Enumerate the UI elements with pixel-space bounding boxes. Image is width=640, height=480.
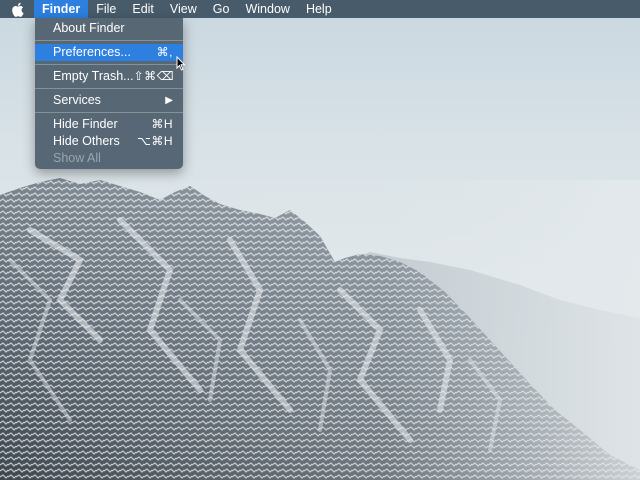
menu-item-hide-finder[interactable]: Hide Finder ⌘H: [35, 116, 183, 133]
menu-window[interactable]: Window: [237, 0, 297, 18]
menu-item-label: Hide Others: [53, 134, 120, 148]
finder-menu-dropdown: About Finder Preferences... ⌘, Empty Tra…: [35, 18, 183, 169]
mouse-pointer-icon: [176, 56, 186, 71]
menu-item-shortcut: ⌥⌘H: [137, 134, 173, 148]
menu-item-hide-others[interactable]: Hide Others ⌥⌘H: [35, 133, 183, 150]
menu-help[interactable]: Help: [298, 0, 340, 18]
menu-item-show-all: Show All: [35, 150, 183, 167]
menu-separator: [35, 112, 183, 113]
menu-view[interactable]: View: [162, 0, 205, 18]
menu-item-shortcut: ⌘H: [151, 117, 173, 131]
menu-item-about-finder[interactable]: About Finder: [35, 20, 183, 37]
menu-item-label: Preferences...: [53, 45, 131, 59]
menu-item-shortcut: ⇧⌘⌫: [133, 69, 175, 83]
menu-go[interactable]: Go: [205, 0, 238, 18]
apple-icon: [11, 2, 24, 17]
menu-item-label: Hide Finder: [53, 117, 118, 131]
submenu-arrow-icon: ▶: [165, 95, 173, 106]
menu-item-shortcut: ⌘,: [156, 45, 173, 59]
menu-item-empty-trash[interactable]: Empty Trash... ⇧⌘⌫: [35, 68, 183, 85]
menu-separator: [35, 64, 183, 65]
menu-separator: [35, 88, 183, 89]
menu-item-preferences[interactable]: Preferences... ⌘,: [35, 44, 183, 61]
menu-item-label: Services: [53, 93, 101, 107]
menu-item-label: Show All: [53, 151, 101, 165]
menu-item-services[interactable]: Services ▶: [35, 92, 183, 109]
menu-bar: Finder File Edit View Go Window Help: [0, 0, 640, 18]
menu-finder[interactable]: Finder: [34, 0, 89, 18]
menu-item-label: Empty Trash...: [53, 69, 134, 83]
menu-edit[interactable]: Edit: [124, 0, 162, 18]
menu-file[interactable]: File: [88, 0, 124, 18]
menu-item-label: About Finder: [53, 21, 125, 35]
menu-separator: [35, 40, 183, 41]
apple-menu-button[interactable]: [0, 0, 34, 18]
